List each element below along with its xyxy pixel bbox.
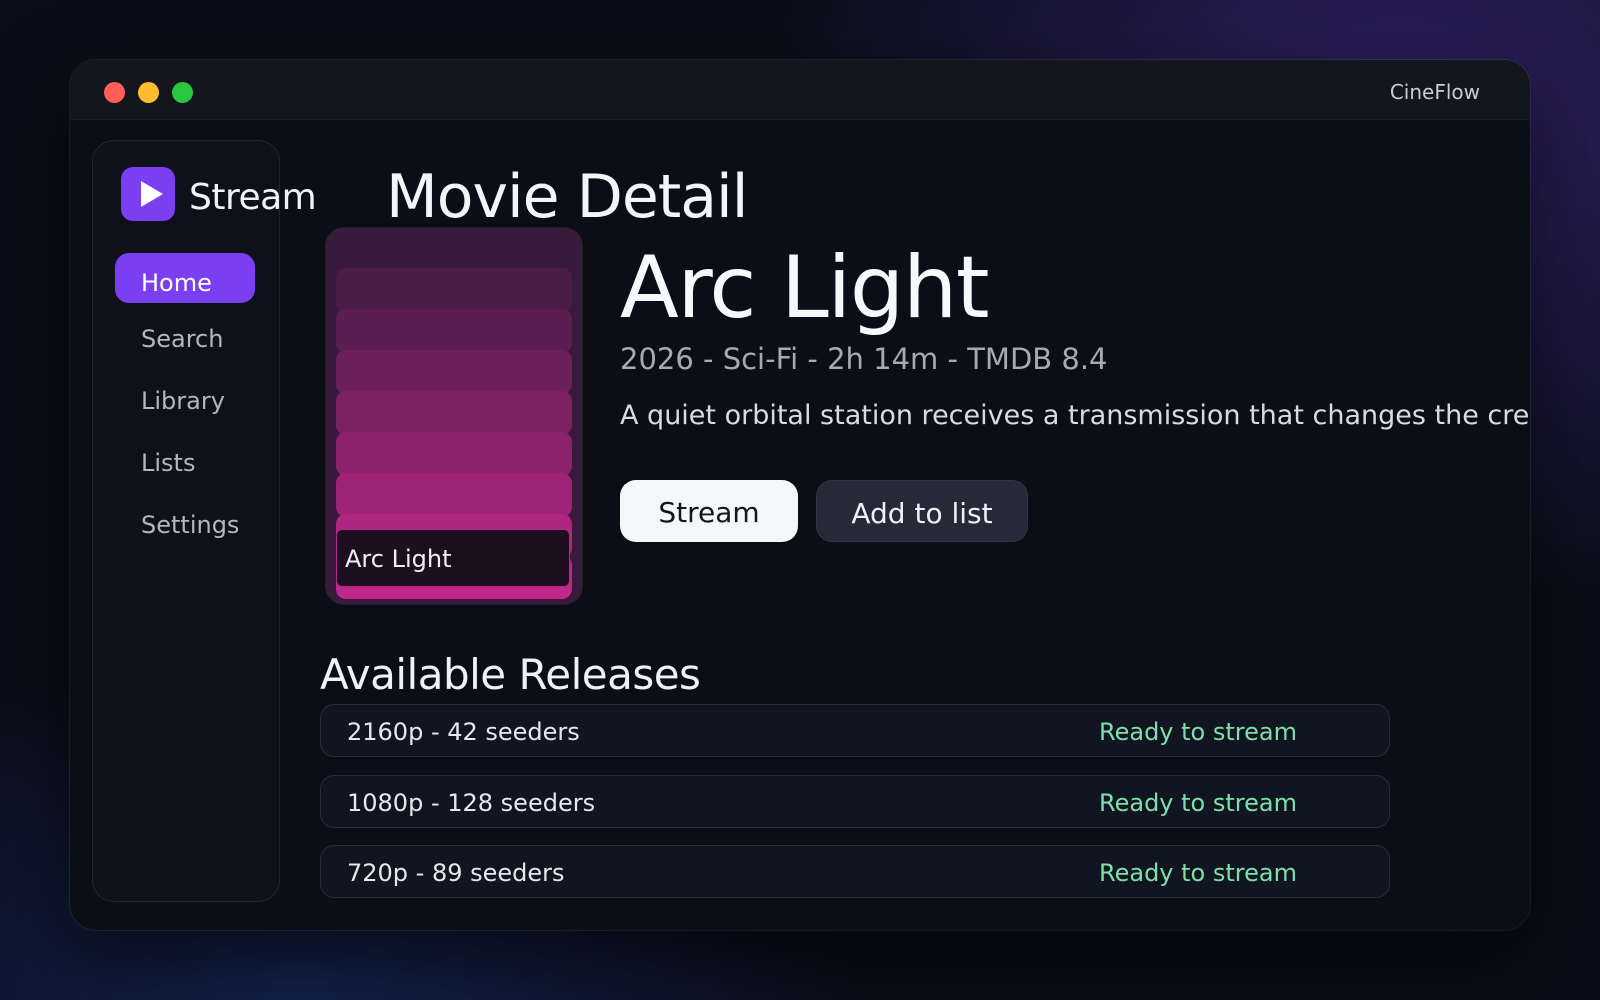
- release-status: Ready to stream: [1099, 789, 1297, 817]
- poster-band: [336, 350, 572, 394]
- add-to-list-button[interactable]: Add to list: [816, 480, 1028, 542]
- poster-band: [336, 391, 572, 435]
- stream-button[interactable]: Stream: [620, 480, 798, 542]
- release-row[interactable]: 2160p - 42 seeders Ready to stream: [320, 704, 1390, 757]
- poster-title: Arc Light: [336, 529, 570, 587]
- movie-synopsis: A quiet orbital station receives a trans…: [620, 400, 1530, 431]
- close-window-button[interactable]: [104, 82, 125, 103]
- release-label: 2160p - 42 seeders: [347, 718, 580, 746]
- window-title: CineFlow: [1389, 80, 1480, 104]
- title-bar: CineFlow: [70, 60, 1530, 120]
- sidebar-item-library[interactable]: Library: [115, 375, 255, 427]
- release-status: Ready to stream: [1099, 718, 1297, 746]
- sidebar-nav: Home Search Library Lists Settings: [115, 253, 255, 561]
- releases-title: Available Releases: [320, 650, 701, 699]
- release-row[interactable]: 1080p - 128 seeders Ready to stream: [320, 775, 1390, 828]
- poster-band: [336, 268, 572, 312]
- brand-name: Stream: [189, 177, 317, 218]
- page-title: Movie Detail: [386, 162, 748, 232]
- app-window: CineFlow Stream Home Search Library List…: [70, 60, 1530, 930]
- brand: Stream: [121, 167, 321, 221]
- release-label: 1080p - 128 seeders: [347, 789, 596, 817]
- sidebar-item-home[interactable]: Home: [115, 253, 255, 303]
- release-row[interactable]: 720p - 89 seeders Ready to stream: [320, 845, 1390, 898]
- window-content: CineFlow Stream Home Search Library List…: [70, 60, 1530, 930]
- sidebar-item-settings[interactable]: Settings: [115, 499, 255, 551]
- maximize-window-button[interactable]: [172, 82, 193, 103]
- release-status: Ready to stream: [1099, 859, 1297, 887]
- movie-poster: Arc Light: [326, 228, 582, 604]
- poster-band: [336, 309, 572, 353]
- play-icon: [121, 167, 175, 221]
- release-label: 720p - 89 seeders: [347, 859, 565, 887]
- sidebar: Stream Home Search Library Lists Setting…: [92, 140, 317, 902]
- minimize-window-button[interactable]: [138, 82, 159, 103]
- sidebar-item-search[interactable]: Search: [115, 313, 255, 365]
- poster-band: [336, 432, 572, 476]
- poster-band: [336, 473, 572, 517]
- movie-meta: 2026 - Sci-Fi - 2h 14m - TMDB 8.4: [620, 342, 1108, 376]
- sidebar-item-lists[interactable]: Lists: [115, 437, 255, 489]
- movie-title: Arc Light: [620, 238, 990, 338]
